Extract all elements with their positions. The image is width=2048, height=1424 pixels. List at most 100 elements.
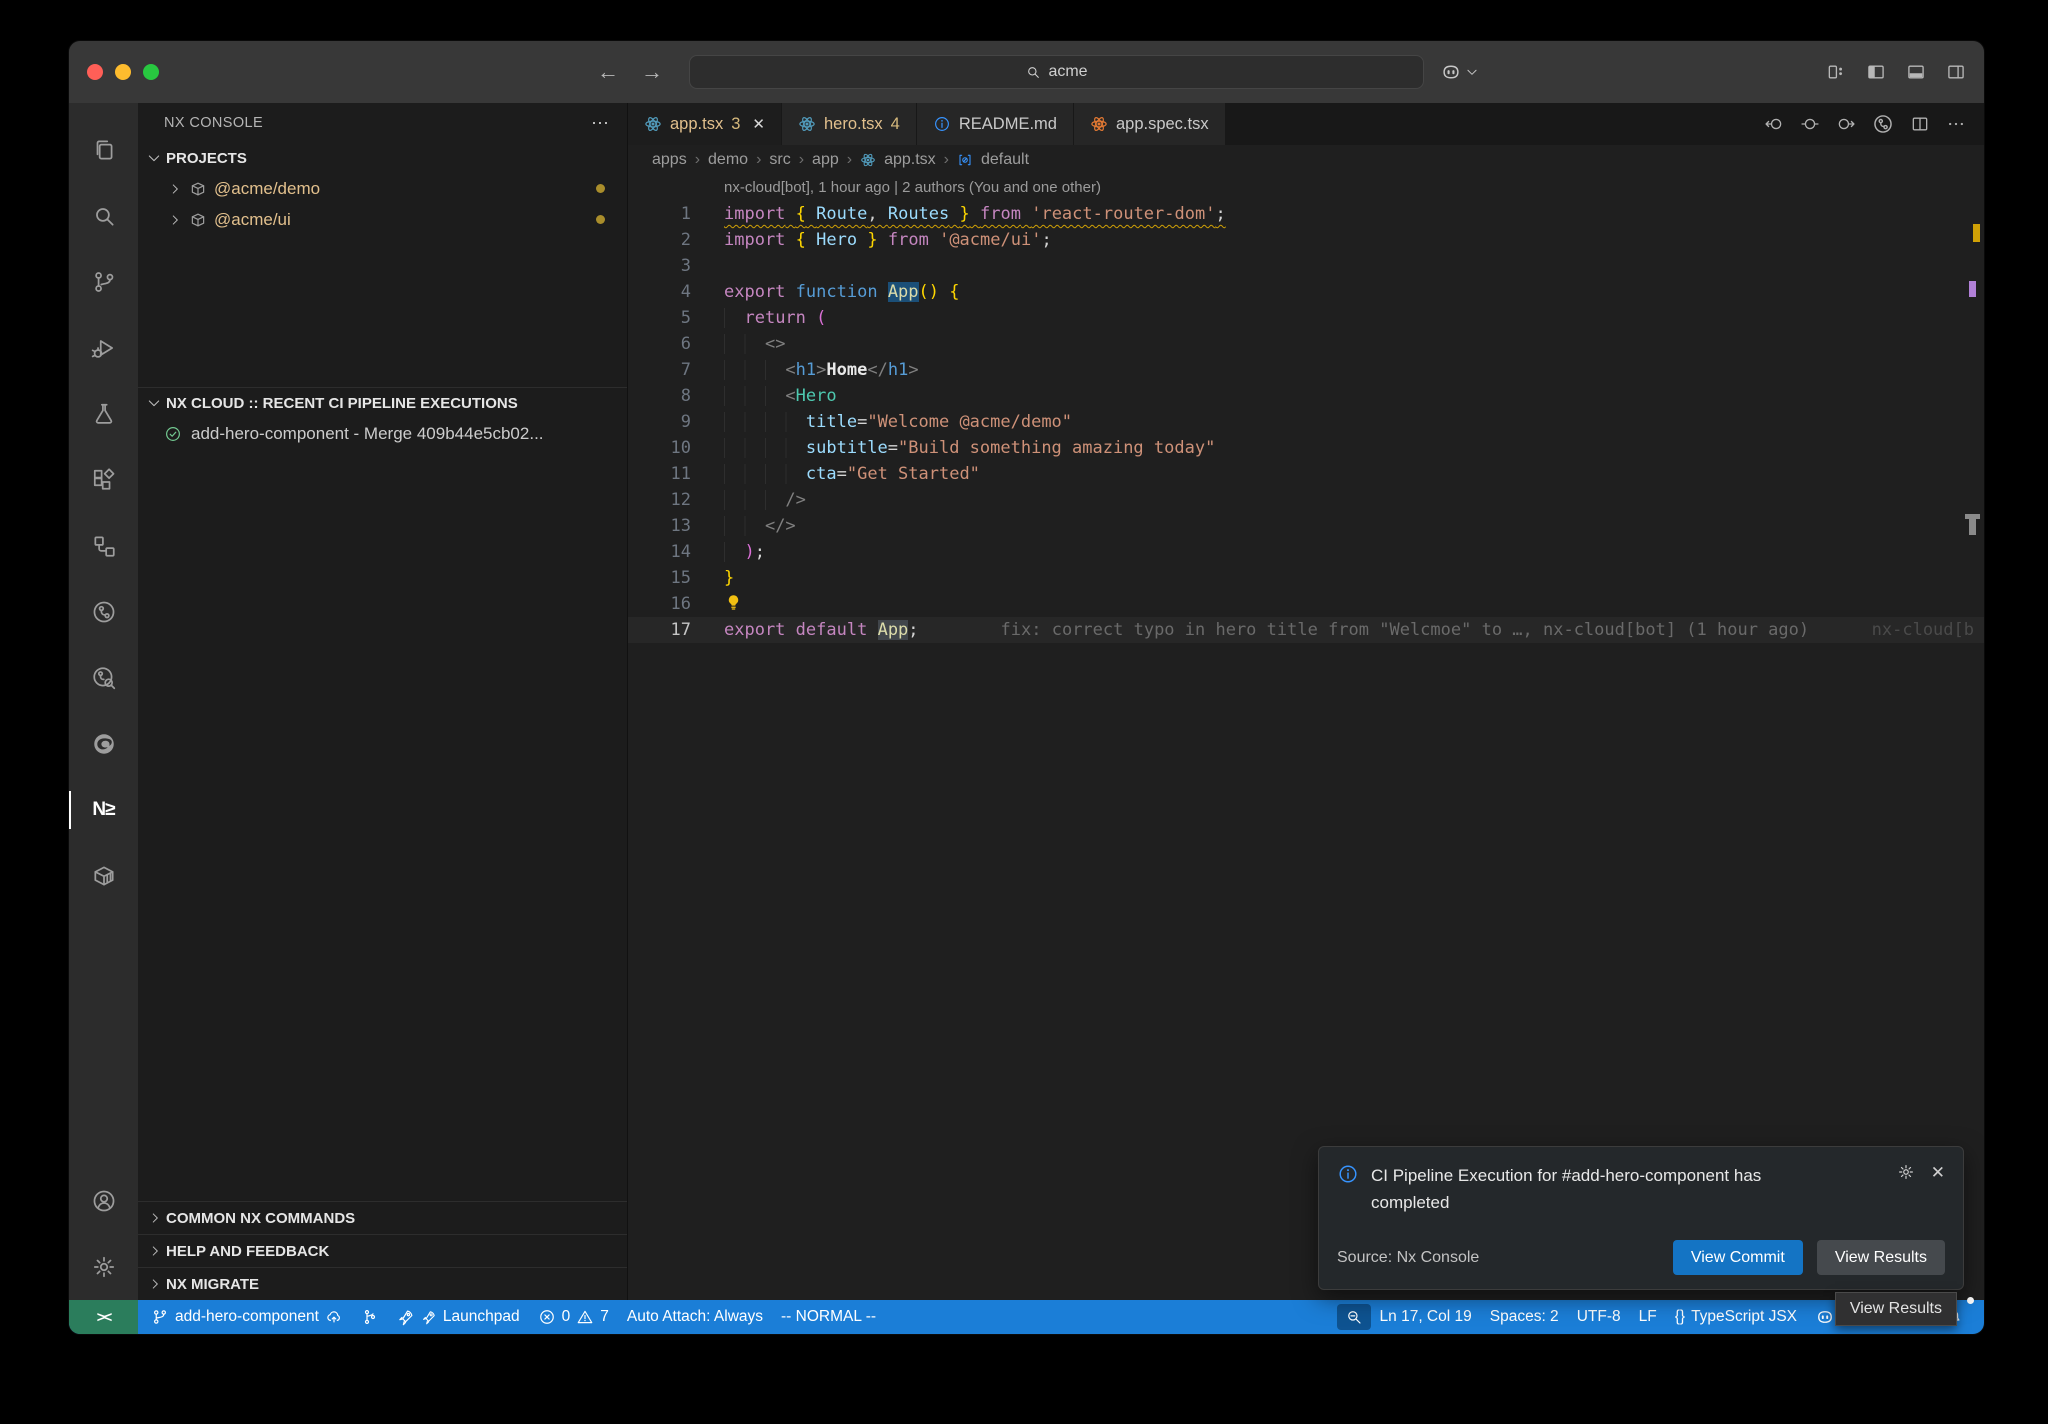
command-center-search[interactable]: acme	[689, 55, 1424, 89]
code-line[interactable]: 10 subtitle="Build something amazing tod…	[628, 435, 1984, 461]
view-commit-button[interactable]: View Commit	[1673, 1240, 1803, 1275]
code-line[interactable]: 14 );	[628, 539, 1984, 565]
line-number: 8	[628, 383, 691, 409]
activity-account-icon[interactable]	[69, 1168, 138, 1234]
error-icon	[538, 1308, 556, 1326]
line-number: 13	[628, 513, 691, 539]
code-line[interactable]: 2import { Hero } from '@acme/ui';	[628, 227, 1984, 253]
status-bar: >< add-hero-component Launchpad 0 7	[69, 1300, 1984, 1334]
project-item[interactable]: @acme/ui	[138, 204, 627, 235]
git-branch-status[interactable]: add-hero-component	[142, 1300, 352, 1334]
notification-settings-icon[interactable]	[1897, 1163, 1915, 1181]
activity-org-chart-icon[interactable]	[69, 513, 138, 579]
current-change-icon[interactable]	[1800, 114, 1820, 134]
breadcrumb[interactable]: apps› demo› src› app› app.tsx› default	[628, 145, 1984, 175]
line-number: 1	[628, 201, 691, 227]
blame-overflow-text: nx-cloud[b	[1872, 617, 1974, 643]
notification-toast: CI Pipeline Execution for #add-hero-comp…	[1318, 1146, 1964, 1290]
lightbulb-icon[interactable]	[724, 593, 743, 612]
vim-mode-status[interactable]: -- NORMAL --	[772, 1300, 885, 1334]
activity-gear-icon[interactable]	[69, 1234, 138, 1300]
scm-graph-status[interactable]	[352, 1300, 388, 1334]
zoom-window-button[interactable]	[143, 64, 159, 80]
chevron-down-icon	[1465, 65, 1479, 79]
cursor-position-status[interactable]: Ln 17, Col 19	[1371, 1300, 1481, 1334]
tab-readme-md[interactable]: README.md	[917, 103, 1074, 145]
code-line[interactable]: 12 />	[628, 487, 1984, 513]
encoding-status[interactable]: UTF-8	[1568, 1300, 1630, 1334]
activity-search-icon[interactable]	[69, 183, 138, 249]
copilot-menu[interactable]	[1440, 61, 1479, 83]
projects-section-header[interactable]: PROJECTS	[138, 143, 627, 173]
code-line[interactable]: 7 <h1>Home</h1>	[628, 357, 1984, 383]
code-line[interactable]: 13 </>	[628, 513, 1984, 539]
code-line[interactable]: 3	[628, 253, 1984, 279]
language-mode-status[interactable]: {} TypeScript JSX	[1666, 1300, 1806, 1334]
remote-indicator[interactable]: ><	[69, 1300, 138, 1334]
code-line[interactable]: 11 cta="Get Started"	[628, 461, 1984, 487]
view-results-tooltip: View Results	[1835, 1292, 1957, 1326]
code-editor[interactable]: nx-cloud[bot], 1 hour ago | 2 authors (Y…	[628, 175, 1984, 1300]
activity-edge-browser-icon[interactable]	[69, 711, 138, 777]
sidebar-section-common-nx-commands[interactable]: COMMON NX COMMANDS	[138, 1201, 627, 1234]
code-line[interactable]: 16	[628, 591, 1984, 617]
activity-circle-graph-search-icon[interactable]	[69, 645, 138, 711]
activity-source-control-icon[interactable]	[69, 249, 138, 315]
notification-close-icon[interactable]: ✕	[1931, 1163, 1945, 1183]
more-actions-icon[interactable]	[1946, 114, 1966, 134]
zoom-status[interactable]	[1337, 1304, 1371, 1330]
code-line[interactable]: 6 <>	[628, 331, 1984, 357]
next-change-icon[interactable]	[1836, 114, 1856, 134]
tab-hero-tsx[interactable]: hero.tsx 4	[782, 103, 917, 145]
code-line[interactable]: 1import { Route, Routes } from 'react-ro…	[628, 201, 1984, 227]
back-arrow-icon[interactable]: ←	[597, 59, 619, 85]
tab-app-tsx[interactable]: app.tsx 3 ✕	[628, 103, 782, 145]
line-number: 14	[628, 539, 691, 565]
activity-nx-icon[interactable]: N≥	[69, 777, 138, 843]
symbol-default-icon	[957, 152, 973, 168]
tab-app-spec-tsx[interactable]: app.spec.tsx	[1074, 103, 1226, 145]
overview-warning-mark	[1973, 224, 1980, 242]
sidebar-more-icon[interactable]: ⋯	[591, 113, 611, 134]
indentation-status[interactable]: Spaces: 2	[1481, 1300, 1568, 1334]
toggle-sidebar-right-icon[interactable]	[1946, 62, 1966, 82]
chevron-down-icon	[146, 150, 162, 166]
code-line[interactable]: 17export default App;fix: correct typo i…	[628, 617, 1984, 643]
code-line[interactable]: 8 <Hero	[628, 383, 1984, 409]
info-icon	[1337, 1163, 1359, 1185]
code-line[interactable]: 9 title="Welcome @acme/demo"	[628, 409, 1984, 435]
gitlens-graph-icon[interactable]	[1872, 113, 1894, 135]
code-line[interactable]: 5 return (	[628, 305, 1984, 331]
project-item[interactable]: @acme/demo	[138, 173, 627, 204]
auto-attach-status[interactable]: Auto Attach: Always	[618, 1300, 772, 1334]
forward-arrow-icon[interactable]: →	[641, 59, 663, 85]
activity-debug-icon[interactable]	[69, 315, 138, 381]
eol-status[interactable]: LF	[1630, 1300, 1666, 1334]
close-window-button[interactable]	[87, 64, 103, 80]
minimize-window-button[interactable]	[115, 64, 131, 80]
view-results-button[interactable]: View Results	[1817, 1240, 1945, 1275]
problems-status[interactable]: 0 7	[529, 1300, 618, 1334]
toggle-sidebar-left-icon[interactable]	[1866, 62, 1886, 82]
activity-circle-graph-icon[interactable]	[69, 579, 138, 645]
activity-beaker-icon[interactable]	[69, 381, 138, 447]
sidebar-section-help-and-feedback[interactable]: HELP AND FEEDBACK	[138, 1234, 627, 1267]
close-icon[interactable]: ✕	[752, 115, 765, 133]
code-line[interactable]: 15}	[628, 565, 1984, 591]
line-content: return (	[724, 305, 1984, 331]
split-editor-icon[interactable]	[1910, 114, 1930, 134]
sidebar-section-nx-migrate[interactable]: NX MIGRATE	[138, 1267, 627, 1300]
search-icon	[1025, 64, 1041, 80]
toggle-panel-icon[interactable]	[1906, 62, 1926, 82]
code-line[interactable]: 4export function App() {	[628, 279, 1984, 305]
prev-change-icon[interactable]	[1764, 114, 1784, 134]
activity-container-icon[interactable]	[69, 843, 138, 909]
pipeline-execution-item[interactable]: add-hero-component - Merge 409b44e5cb02.…	[138, 418, 627, 450]
activity-extensions-icon[interactable]	[69, 447, 138, 513]
activity-files-icon[interactable]	[69, 117, 138, 183]
nx-cloud-section-header[interactable]: NX CLOUD :: RECENT CI PIPELINE EXECUTION…	[138, 388, 627, 418]
launchpad-status[interactable]: Launchpad	[388, 1300, 529, 1334]
line-number: 15	[628, 565, 691, 591]
line-number: 2	[628, 227, 691, 253]
customize-layout-icon[interactable]	[1826, 62, 1846, 82]
